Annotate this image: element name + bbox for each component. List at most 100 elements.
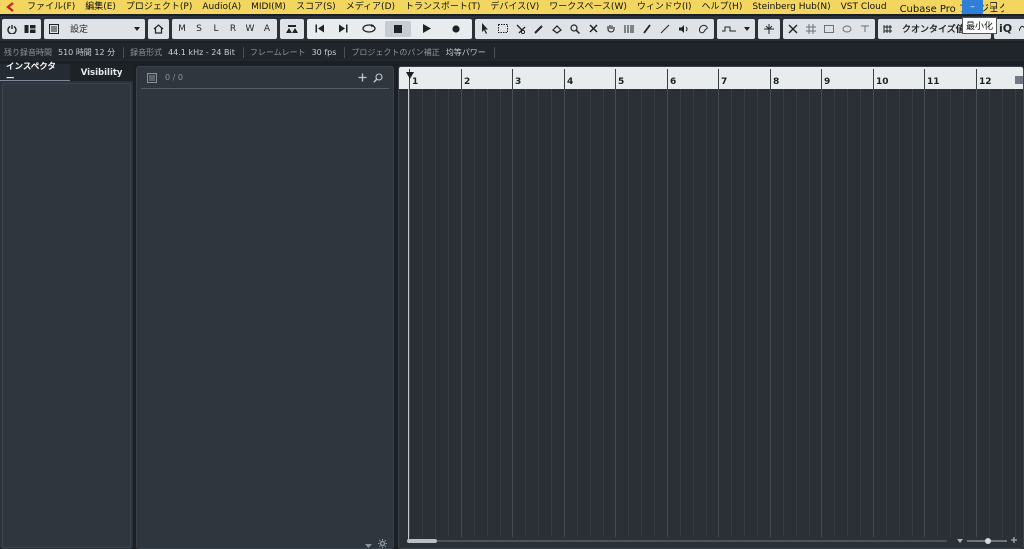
range-selection-icon[interactable]: [496, 21, 510, 37]
erase-icon[interactable]: [550, 21, 564, 37]
framerate-value[interactable]: 30 fps: [312, 48, 337, 57]
ruler-bar-tick: [615, 69, 616, 89]
quantize-grid-icon[interactable]: [881, 21, 895, 37]
ruler-options-icon[interactable]: [1015, 76, 1023, 84]
home-icon[interactable]: [151, 21, 166, 37]
horizontal-scrollbar[interactable]: [407, 540, 947, 542]
snap-type-dropdown[interactable]: [720, 21, 752, 37]
chevron-down-icon[interactable]: [365, 533, 372, 549]
menu-project[interactable]: プロジェクト(P): [121, 0, 197, 14]
scrollbar-thumb[interactable]: [407, 539, 437, 543]
menu-audio[interactable]: Audio(A): [197, 0, 246, 14]
beat-grid-line: [422, 89, 423, 537]
split-icon[interactable]: [514, 21, 528, 37]
record-time-value[interactable]: 510 時間 12 分: [58, 47, 115, 58]
zoom-slider[interactable]: [967, 537, 1007, 544]
listen-button[interactable]: L: [209, 21, 223, 37]
record-time-label: 残り録音時間: [4, 47, 52, 57]
grid-group: [783, 18, 875, 39]
zoom-knob[interactable]: [985, 537, 991, 544]
mute-tool-icon[interactable]: [586, 21, 600, 37]
color-icon[interactable]: [696, 21, 711, 37]
glue-icon[interactable]: [532, 21, 546, 37]
go-to-start-icon[interactable]: [310, 21, 330, 37]
stop-icon[interactable]: [385, 20, 411, 37]
left-locator-marker-icon[interactable]: [406, 72, 414, 80]
search-icon[interactable]: [373, 72, 383, 83]
bar-type-icon[interactable]: [858, 21, 872, 37]
write-button[interactable]: W: [243, 21, 257, 37]
menu-help[interactable]: ヘルプ(H): [697, 0, 748, 14]
menu-bar: ファイル(F) 編集(E) プロジェクト(P) Audio(A) MIDI(M)…: [0, 0, 1024, 14]
autoscroll-icon[interactable]: [283, 21, 301, 37]
beat-grid-line: [628, 89, 629, 537]
power-icon[interactable]: [5, 21, 19, 37]
minimize-button[interactable]: –: [962, 0, 983, 14]
pan-law-value[interactable]: 均等パワー: [446, 47, 486, 58]
snap-icon[interactable]: [761, 21, 777, 37]
menu-window[interactable]: ウィンドウ(I): [632, 0, 697, 14]
layout-icon[interactable]: [22, 21, 38, 37]
go-to-end-icon[interactable]: [333, 21, 353, 37]
bar-grid-line: [564, 89, 565, 537]
ruler-bar-tick: [564, 69, 565, 89]
beat-grid-line: [603, 89, 604, 537]
play-tool-icon[interactable]: [676, 21, 692, 37]
read-button[interactable]: R: [226, 21, 240, 37]
menu-steinberg-hub[interactable]: Steinberg Hub(N): [747, 0, 835, 14]
automation-button[interactable]: A: [260, 21, 274, 37]
beat-grid-line: [693, 89, 694, 537]
object-selection-icon[interactable]: [478, 21, 492, 37]
play-icon[interactable]: [414, 21, 440, 37]
menu-vst-cloud[interactable]: VST Cloud: [836, 0, 892, 14]
ruler[interactable]: 1 2 3 4 5 6 7 8 9 10 11 12: [399, 67, 1023, 89]
add-track-icon[interactable]: [358, 73, 367, 82]
bar-grid-line: [976, 89, 977, 537]
zoom-icon[interactable]: [568, 21, 582, 37]
preset-dropdown[interactable]: 設定: [64, 21, 142, 37]
tab-inspector[interactable]: インスペクター: [0, 62, 71, 84]
menu-workspaces[interactable]: ワークスペース(W): [544, 0, 632, 14]
list-icon[interactable]: [47, 21, 61, 37]
loop-icon[interactable]: [840, 21, 854, 37]
solo-button[interactable]: S: [192, 21, 206, 37]
bar-grid-line: [615, 89, 616, 537]
restore-button[interactable]: ❐: [983, 0, 1004, 14]
close-button[interactable]: [1004, 0, 1024, 14]
project-window-event-display[interactable]: 1 2 3 4 5 6 7 8 9 10 11 12: [398, 66, 1024, 549]
menu-transport[interactable]: トランスポート(T): [400, 0, 485, 14]
tab-visibility[interactable]: Visibility: [70, 64, 133, 81]
draw-icon[interactable]: [640, 21, 654, 37]
swing-icon[interactable]: [1017, 21, 1024, 37]
ruler-bar-number: 7: [721, 77, 728, 87]
beat-grid-line: [551, 89, 552, 537]
menu-devices[interactable]: デバイス(V): [485, 0, 544, 14]
track-list-panel: 0 / 0: [136, 66, 394, 549]
snap-wave-icon: [722, 26, 736, 31]
menu-score[interactable]: スコア(S): [291, 0, 341, 14]
ruler-bar-number: 2: [464, 77, 471, 87]
record-icon[interactable]: [443, 21, 469, 37]
cycle-icon[interactable]: [356, 21, 382, 37]
iq-button[interactable]: iQ: [997, 21, 1014, 37]
track-list-icon: [147, 72, 157, 83]
line-icon[interactable]: [658, 21, 672, 37]
hand-icon[interactable]: [604, 21, 618, 37]
menu-file[interactable]: ファイル(F): [22, 0, 80, 14]
menu-edit[interactable]: 編集(E): [80, 0, 121, 14]
project-cursor[interactable]: [408, 89, 409, 539]
bar-grid-line: [821, 89, 822, 537]
mute-button[interactable]: M: [175, 21, 189, 37]
inspector-panel: インスペクター Visibility: [0, 62, 133, 549]
menu-media[interactable]: メディア(D): [341, 0, 400, 14]
grid-icon[interactable]: [804, 21, 818, 37]
zoom-out-icon[interactable]: [957, 536, 963, 545]
bars-icon[interactable]: [822, 21, 836, 37]
record-format-value[interactable]: 44.1 kHz - 24 Bit: [168, 48, 235, 57]
beat-grid-line: [706, 89, 707, 537]
settings-icon[interactable]: [378, 533, 387, 549]
menu-midi[interactable]: MIDI(M): [246, 0, 291, 14]
comp-icon[interactable]: [622, 21, 636, 37]
zoom-in-icon[interactable]: [1011, 536, 1017, 545]
crossfade-icon[interactable]: [786, 21, 800, 37]
